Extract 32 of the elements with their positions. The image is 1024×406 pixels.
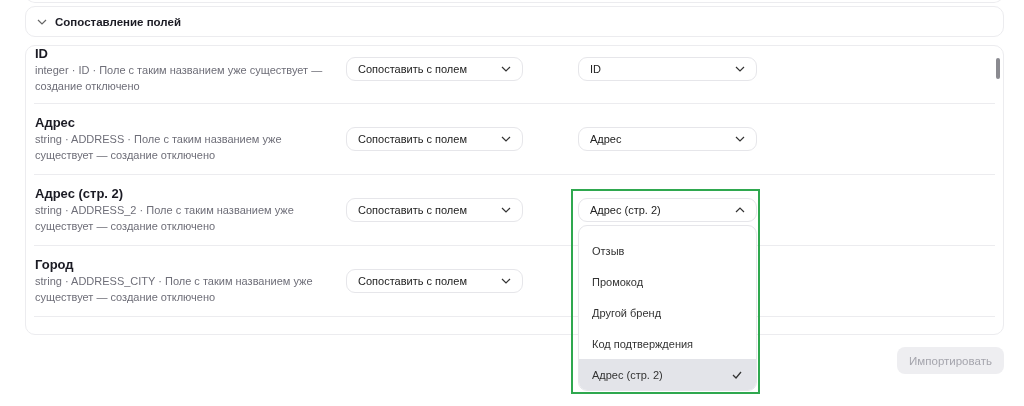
chevron-down-icon	[735, 136, 745, 142]
dropdown-option[interactable]: Код подтверждения	[579, 328, 756, 359]
chevron-down-icon	[501, 278, 511, 284]
field-name: Адрес (стр. 2)	[35, 186, 125, 202]
field-description: string · ADDRESS · Поле с таким названием уже существует — создание отключено	[35, 132, 283, 163]
target-select[interactable]: Адрес (стр. 2)	[578, 198, 757, 222]
chevron-down-icon	[501, 66, 511, 72]
section-title: Сопоставление полей	[55, 15, 181, 28]
dropdown-option[interactable]: Адрес (стр. 2)	[579, 359, 756, 390]
chevron-down-icon	[501, 136, 511, 142]
dropdown-option[interactable]: Отзыв	[579, 235, 756, 266]
chevron-icon	[37, 18, 47, 25]
scrollbar-thumb[interactable]	[996, 58, 1000, 79]
action-select[interactable]: Сопоставить с полем	[346, 198, 523, 222]
field-name: Адрес	[35, 115, 76, 131]
field-description: integer · ID · Поле с таким названием уже существует — создание отключено	[35, 63, 324, 94]
checkmark-icon	[732, 370, 742, 379]
target-select[interactable]: ID	[578, 57, 757, 81]
field-description: string · ADDRESS_CITY · Поле с таким названием уже существует — создание отключено	[35, 274, 314, 305]
field-name: Город	[35, 257, 75, 273]
chevron-down-icon	[735, 66, 745, 72]
chevron-down-icon	[501, 207, 511, 213]
dropdown-option[interactable]: Другой бренд	[579, 297, 756, 328]
field-description: string · ADDRESS_2 · Поле с таким названием уже существует — создание отключено	[35, 203, 295, 234]
chevron-up-icon	[735, 207, 745, 213]
target-select[interactable]: Адрес	[578, 127, 757, 151]
field-name: ID	[35, 46, 49, 62]
action-select[interactable]: Сопоставить с полем	[346, 269, 523, 293]
section-header[interactable]: Сопоставление полей	[25, 6, 1004, 37]
action-select[interactable]: Сопоставить с полем	[346, 127, 523, 151]
dropdown-option[interactable]: Промокод	[579, 266, 756, 297]
action-select[interactable]: Сопоставить с полем	[346, 57, 523, 81]
